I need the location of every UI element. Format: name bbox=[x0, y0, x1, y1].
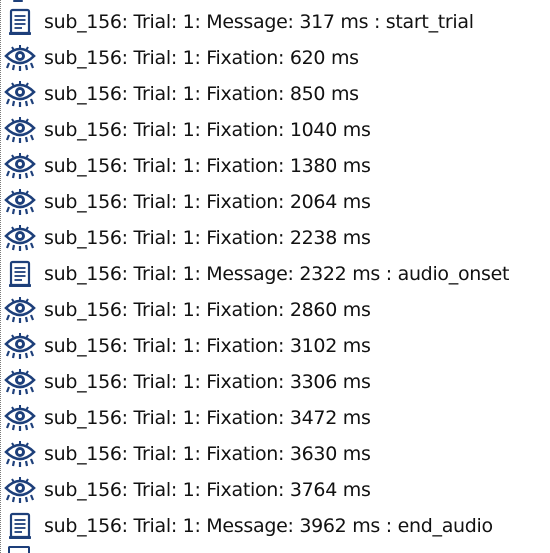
tree-item-fixation[interactable]: sub_156: Trial: 1: Fixation: 3472 ms bbox=[0, 400, 550, 436]
message-document-icon bbox=[9, 8, 31, 35]
tree-item-label: sub_156: Trial: 1: Fixation: 1380 ms bbox=[44, 155, 371, 177]
tree-item-label: sub_156: Trial: 1: Fixation: 3630 ms bbox=[44, 443, 371, 465]
eye-icon bbox=[4, 297, 36, 323]
tree-item-fixation[interactable]: sub_156: Trial: 1: Fixation: 1040 ms bbox=[0, 112, 550, 148]
tree-item-fixation[interactable]: sub_156: Trial: 1: Fixation: 3630 ms bbox=[0, 436, 550, 472]
tree-item-label: sub_156: Trial: 1: Fixation: 3306 ms bbox=[44, 371, 371, 393]
eye-icon bbox=[4, 369, 36, 395]
tree-item-label: sub_156: Trial: 1: Fixation: 3764 ms bbox=[44, 479, 371, 501]
tree-item-message[interactable]: sub_156: Trial: 1: Message: 2322 ms : au… bbox=[0, 256, 550, 292]
eye-icon bbox=[4, 225, 36, 251]
tree-item-fixation[interactable]: sub_156: Trial: 1: Fixation: 850 ms bbox=[0, 76, 550, 112]
tree-item-fixation[interactable]: sub_156: Trial: 1: Fixation: 3306 ms bbox=[0, 364, 550, 400]
tree-item-label: sub_156: Trial: 1: Fixation: 3102 ms bbox=[44, 335, 371, 357]
eye-icon bbox=[4, 81, 36, 107]
eye-icon bbox=[4, 441, 36, 467]
eye-icon bbox=[4, 153, 36, 179]
eye-icon bbox=[4, 405, 36, 431]
tree-item-fixation[interactable]: sub_156: Trial: 1: Fixation: 2860 ms bbox=[0, 292, 550, 328]
tree-item-label: sub_156: Trial: 1: Fixation: 3472 ms bbox=[44, 407, 371, 429]
tree-item-fixation[interactable]: sub_156: Trial: 1: Fixation: 620 ms bbox=[0, 40, 550, 76]
message-document-icon bbox=[9, 260, 31, 287]
tree-item-fixation[interactable]: sub_156: Trial: 1: Fixation: 2238 ms bbox=[0, 220, 550, 256]
eye-icon bbox=[4, 189, 36, 215]
eye-icon bbox=[4, 333, 36, 359]
tree-item-fixation[interactable]: sub_156: Trial: 1: Fixation: 2064 ms bbox=[0, 184, 550, 220]
tree-item-label: sub_156: Trial: 1: Message: 2322 ms : au… bbox=[44, 263, 510, 285]
tree-item-label: sub_156: Trial: 1: Message: 3962 ms : en… bbox=[44, 515, 493, 537]
tree-item-fixation[interactable]: sub_156: Trial: 1: Fixation: 3764 ms bbox=[0, 472, 550, 508]
tree-item-label: sub_156: Trial: 1: Fixation: 2238 ms bbox=[44, 227, 371, 249]
tree-item-label: sub_156: Trial: 1: Fixation: 2860 ms bbox=[44, 299, 371, 321]
tree-item-label: sub_156: Trial: 1: Fixation: 2064 ms bbox=[44, 191, 371, 213]
tree-item-label: sub_156: Trial: 1: Fixation: 850 ms bbox=[44, 83, 359, 105]
tree-item-message[interactable]: sub_156: Trial: 1: Message: 317 ms : sta… bbox=[0, 4, 550, 40]
message-document-icon bbox=[9, 512, 31, 539]
tree-item-label: sub_156: Trial: 1: Fixation: 620 ms bbox=[44, 47, 359, 69]
eye-icon bbox=[4, 477, 36, 503]
event-tree-view[interactable]: sub_156: Trial: 1: Message: 317 ms : sta… bbox=[0, 0, 550, 553]
eye-icon bbox=[4, 117, 36, 143]
next-message-icon-stub bbox=[8, 546, 30, 553]
tree-item-label: sub_156: Trial: 1: Fixation: 1040 ms bbox=[44, 119, 371, 141]
tree-item-message[interactable]: sub_156: Trial: 1: Message: 3962 ms : en… bbox=[0, 508, 550, 544]
eye-icon bbox=[4, 45, 36, 71]
tree-item-fixation[interactable]: sub_156: Trial: 1: Fixation: 3102 ms bbox=[0, 328, 550, 364]
tree-item-fixation[interactable]: sub_156: Trial: 1: Fixation: 1380 ms bbox=[0, 148, 550, 184]
tree-item-label: sub_156: Trial: 1: Message: 317 ms : sta… bbox=[44, 11, 474, 33]
previous-item-icon-stub bbox=[13, 0, 23, 2]
